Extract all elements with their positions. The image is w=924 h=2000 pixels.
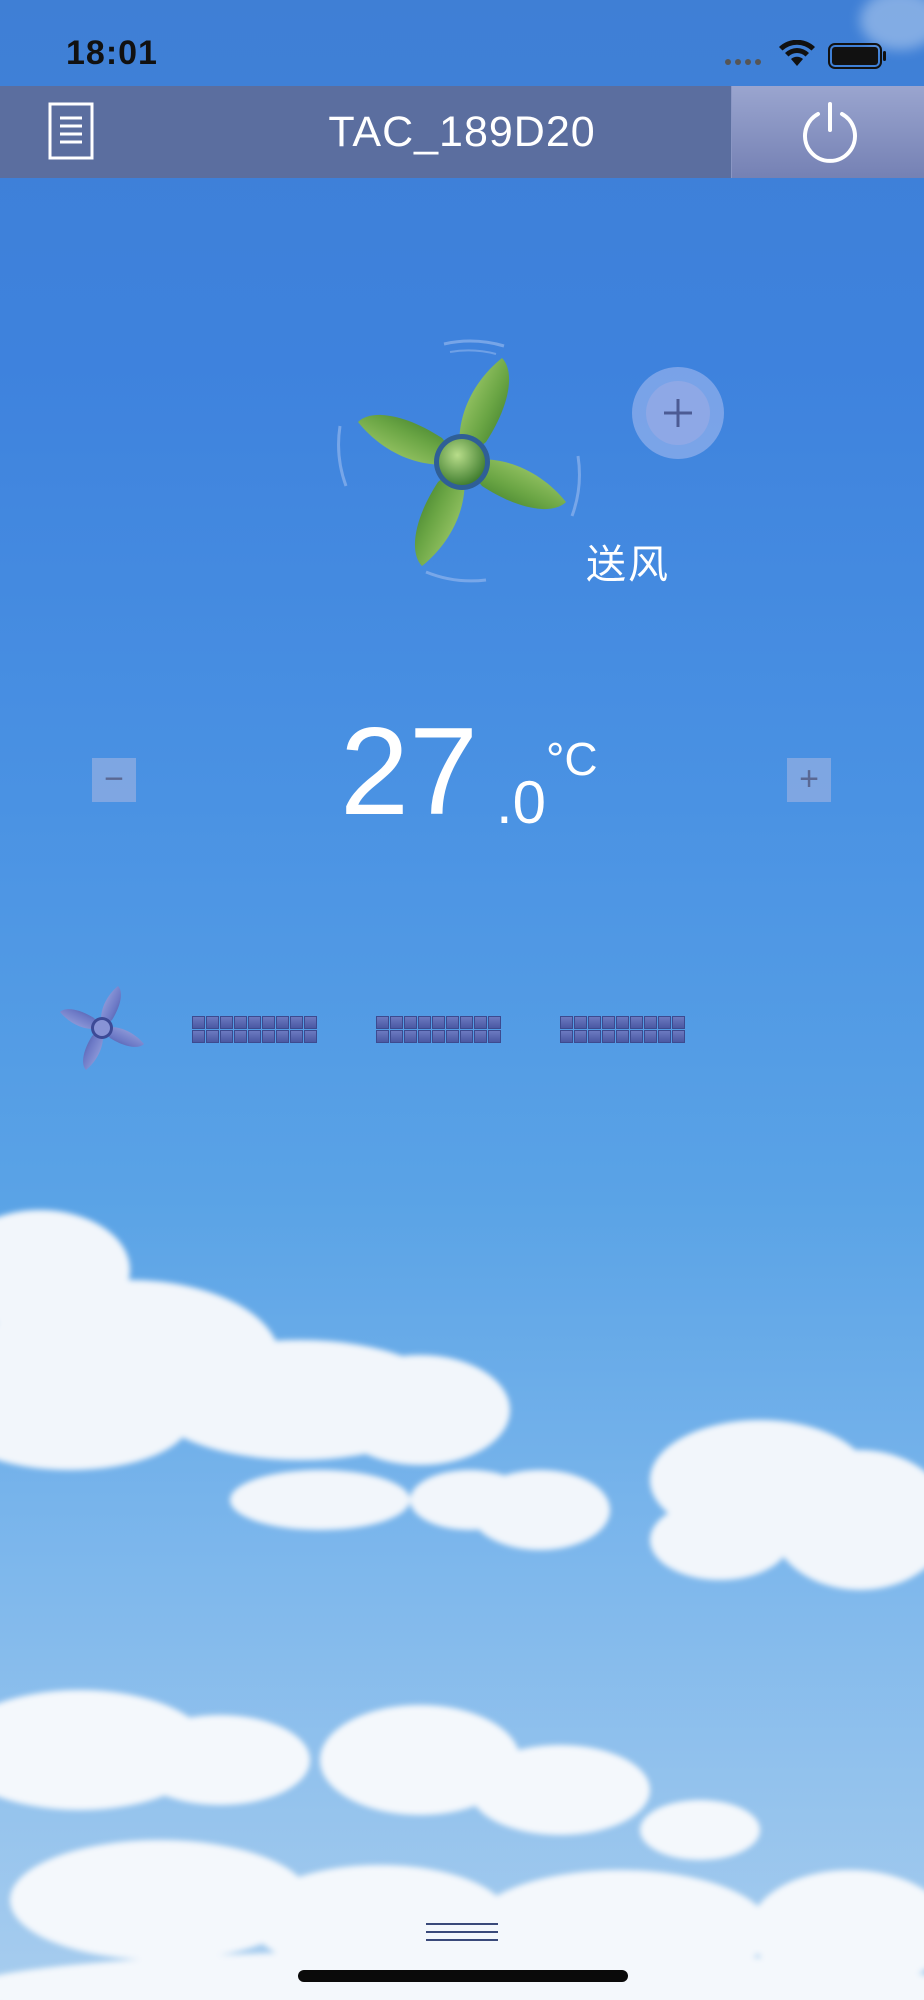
speed-cell (474, 1016, 487, 1029)
speed-cell (460, 1030, 473, 1043)
speed-cell (602, 1016, 615, 1029)
mode-next-button[interactable] (632, 367, 724, 459)
fan-icon (60, 986, 144, 1070)
ac-remote-screen: 18:01 TAC_189D20 送风 − 27 .0 °C + (0, 0, 924, 2000)
speed-cell (404, 1030, 417, 1043)
drawer-handle[interactable] (426, 1920, 498, 1948)
temperature-increase-button[interactable]: + (787, 758, 831, 802)
temperature-value: 27 (340, 703, 478, 841)
temperature-decimal: .0 (496, 769, 547, 836)
temperature-unit: °C (546, 733, 598, 785)
speed-cell (630, 1030, 643, 1043)
app-header: TAC_189D20 (0, 86, 924, 178)
speed-cell (474, 1030, 487, 1043)
speed-cell (630, 1016, 643, 1029)
speed-cell (220, 1016, 233, 1029)
document-list-icon (48, 102, 94, 160)
speed-cell (560, 1030, 573, 1043)
temperature-decrease-button[interactable]: − (92, 758, 136, 802)
home-indicator (298, 1970, 628, 1982)
speed-cell (602, 1030, 615, 1043)
fan-speed-level-2[interactable] (376, 1012, 536, 1048)
speed-cell (644, 1030, 657, 1043)
plus-icon (664, 399, 692, 427)
speed-cell (192, 1016, 205, 1029)
speed-cell (460, 1016, 473, 1029)
speed-cell (446, 1016, 459, 1029)
speed-cell (432, 1016, 445, 1029)
mode-label: 送风 (586, 543, 670, 587)
speed-cell (574, 1030, 587, 1043)
speed-cell (376, 1016, 389, 1029)
speed-cell (658, 1016, 671, 1029)
power-icon (803, 102, 857, 163)
speed-cell (276, 1016, 289, 1029)
wifi-icon (779, 40, 815, 66)
speed-cell (390, 1016, 403, 1029)
speed-cell (248, 1016, 261, 1029)
speed-cell (432, 1030, 445, 1043)
speed-cell (560, 1016, 573, 1029)
speed-cell (588, 1016, 601, 1029)
speed-cell (404, 1016, 417, 1029)
speed-cell (390, 1030, 403, 1043)
speed-cell (262, 1016, 275, 1029)
speed-cell (192, 1030, 205, 1043)
speed-cell (446, 1030, 459, 1043)
signal-icon (725, 59, 761, 65)
status-bar: 18:01 (0, 0, 924, 86)
speed-cell (672, 1030, 685, 1043)
speed-cell (290, 1030, 303, 1043)
speed-cell (234, 1016, 247, 1029)
speed-cell (206, 1016, 219, 1029)
speed-cell (376, 1030, 389, 1043)
speed-cell (276, 1030, 289, 1043)
speed-cell (262, 1030, 275, 1043)
fan-speed-level-3[interactable] (560, 1012, 720, 1048)
speed-cell (304, 1016, 317, 1029)
status-time: 18:01 (66, 34, 158, 72)
speed-cell (658, 1030, 671, 1043)
pinwheel-fan-icon (337, 339, 581, 583)
speed-cell (616, 1030, 629, 1043)
battery-icon (828, 43, 886, 69)
speed-cell (234, 1030, 247, 1043)
speed-cell (588, 1030, 601, 1043)
menu-button[interactable] (44, 100, 100, 164)
speed-cell (206, 1030, 219, 1043)
drawer-handle-icon (426, 1923, 498, 1941)
power-button[interactable] (731, 86, 924, 178)
speed-cell (488, 1016, 501, 1029)
speed-cell (418, 1030, 431, 1043)
speed-cell (220, 1030, 233, 1043)
fan-speed-button[interactable] (52, 978, 152, 1078)
speed-cell (488, 1030, 501, 1043)
speed-cell (304, 1030, 317, 1043)
speed-cell (672, 1016, 685, 1029)
speed-cell (290, 1016, 303, 1029)
mode-button[interactable] (336, 336, 588, 588)
speed-cell (644, 1016, 657, 1029)
speed-cell (418, 1016, 431, 1029)
device-title: TAC_189D20 (328, 108, 596, 156)
speed-cell (574, 1016, 587, 1029)
speed-cell (616, 1016, 629, 1029)
fan-speed-level-1[interactable] (192, 1012, 352, 1048)
speed-cell (248, 1030, 261, 1043)
